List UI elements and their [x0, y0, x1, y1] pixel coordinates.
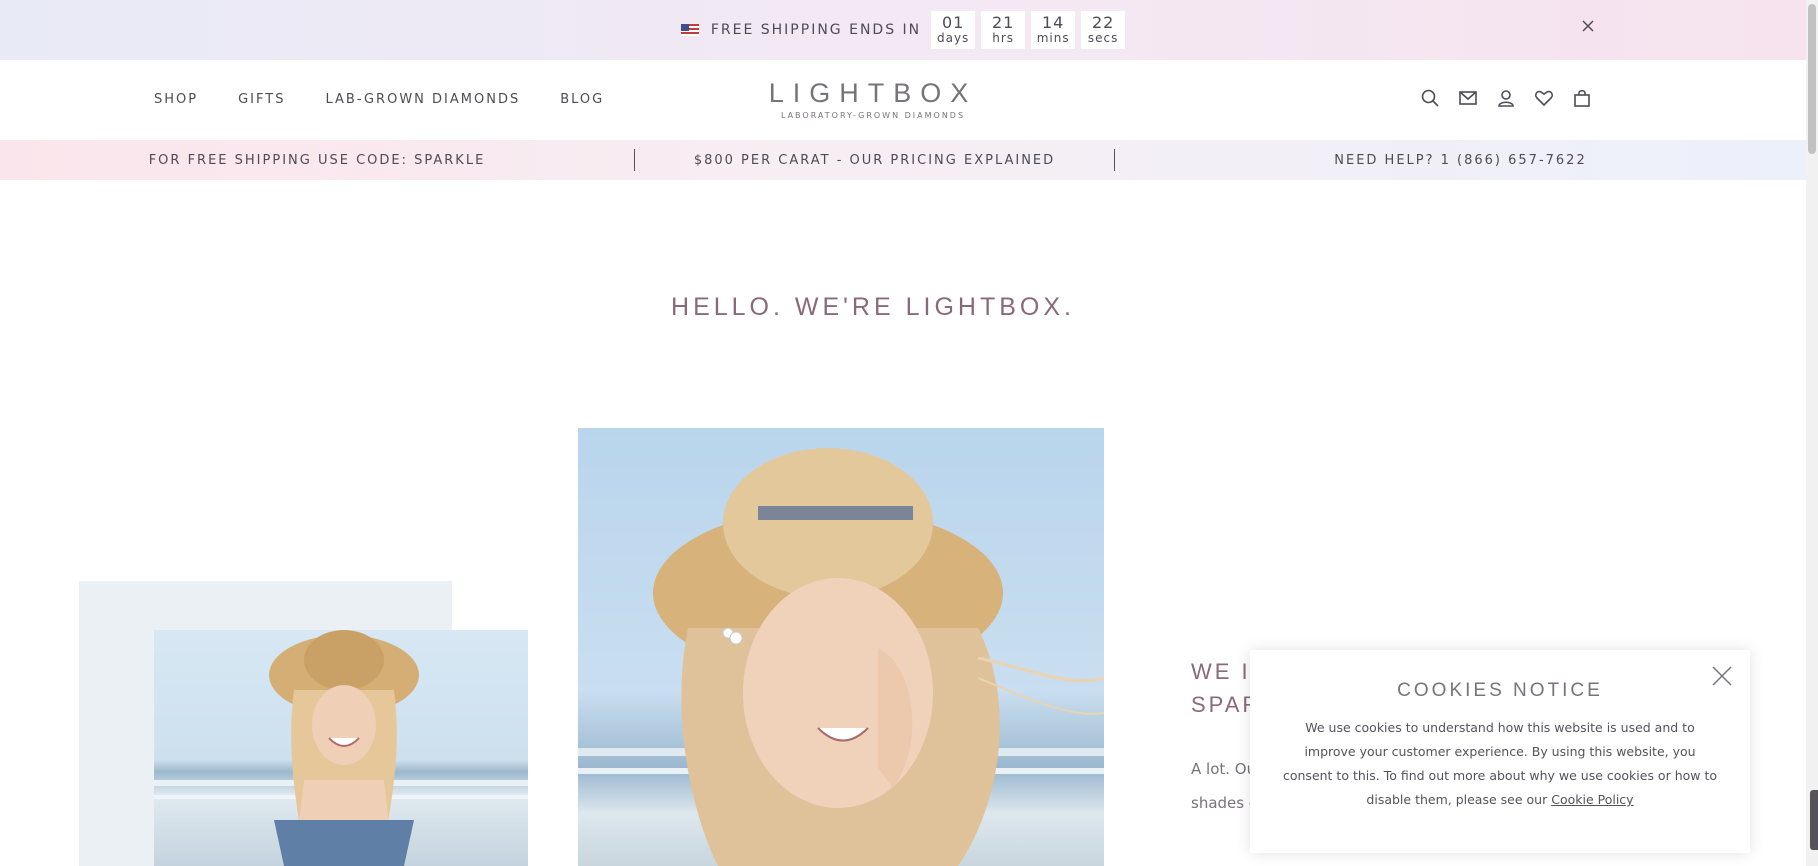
hero-photo-large	[578, 428, 1104, 866]
countdown-value: 01	[941, 13, 965, 32]
side-tab[interactable]	[1810, 790, 1818, 850]
logo[interactable]: LIGHTBOX LABORATORY-GROWN DIAMONDS	[740, 78, 1006, 120]
pricing-explained-link[interactable]: $800 PER CARAT - OUR PRICING EXPLAINED	[635, 153, 1114, 168]
site-header: SHOP GIFTS LAB-GROWN DIAMONDS BLOG LIGHT…	[0, 60, 1806, 140]
countdown-value: 21	[991, 13, 1015, 32]
logo-main: LIGHTBOX	[768, 78, 978, 108]
account-icon[interactable]	[1496, 88, 1516, 108]
nav-blog[interactable]: BLOG	[560, 92, 604, 107]
heart-icon[interactable]	[1534, 88, 1554, 108]
free-shipping-code[interactable]: FOR FREE SHIPPING USE CODE: SPARKLE	[0, 153, 634, 168]
cookie-body: We use cookies to understand how this we…	[1280, 716, 1720, 812]
help-phone[interactable]: NEED HELP? 1 (866) 657-7622	[1115, 153, 1806, 168]
countdown-minutes: 14 mins	[1031, 11, 1076, 49]
nav-lab-grown-diamonds[interactable]: LAB-GROWN DIAMONDS	[325, 92, 520, 107]
countdown: 01 days 21 hrs 14 mins 22 secs	[931, 11, 1126, 49]
promo-text: FREE SHIPPING ENDS IN	[710, 22, 922, 38]
info-strip: FOR FREE SHIPPING USE CODE: SPARKLE $800…	[0, 140, 1806, 180]
promo-bar: FREE SHIPPING ENDS IN 01 days 21 hrs 14 …	[0, 0, 1806, 60]
logo-tagline: LABORATORY-GROWN DIAMONDS	[780, 111, 966, 120]
countdown-value: 14	[1041, 13, 1065, 32]
page-title: HELLO. WE'RE LIGHTBOX.	[671, 293, 1075, 321]
countdown-unit: mins	[1036, 31, 1070, 45]
countdown-value: 22	[1091, 13, 1115, 32]
countdown-hours: 21 hrs	[981, 11, 1026, 49]
countdown-days: 01 days	[931, 11, 976, 49]
nav-shop[interactable]: SHOP	[154, 92, 198, 107]
section-text: A lot. Ou shades o	[1191, 752, 1258, 820]
section-text-line: shades o	[1191, 794, 1259, 812]
hero-photo-small	[154, 630, 528, 866]
nav-gifts[interactable]: GIFTS	[238, 92, 285, 107]
search-icon[interactable]	[1420, 88, 1440, 108]
cookie-notice: COOKIES NOTICE We use cookies to underst…	[1250, 650, 1750, 853]
countdown-seconds: 22 secs	[1081, 11, 1126, 49]
section-text-line: A lot. Ou	[1191, 760, 1257, 778]
countdown-unit: hrs	[992, 31, 1015, 45]
cookie-policy-link[interactable]: Cookie Policy	[1551, 792, 1633, 807]
mail-icon[interactable]	[1458, 88, 1478, 108]
countdown-unit: days	[936, 31, 970, 45]
close-icon[interactable]	[1580, 18, 1596, 38]
countdown-unit: secs	[1087, 31, 1119, 45]
cookie-title: COOKIES NOTICE	[1397, 680, 1603, 701]
main-nav: SHOP GIFTS LAB-GROWN DIAMONDS BLOG	[154, 92, 604, 107]
cookie-body-text: We use cookies to understand how this we…	[1282, 720, 1718, 807]
scrollbar-thumb[interactable]	[1808, 4, 1816, 154]
header-icons	[1420, 88, 1592, 108]
page-scrollbar[interactable]	[1806, 0, 1818, 866]
us-flag-icon	[680, 24, 699, 36]
bag-icon[interactable]	[1572, 88, 1592, 108]
